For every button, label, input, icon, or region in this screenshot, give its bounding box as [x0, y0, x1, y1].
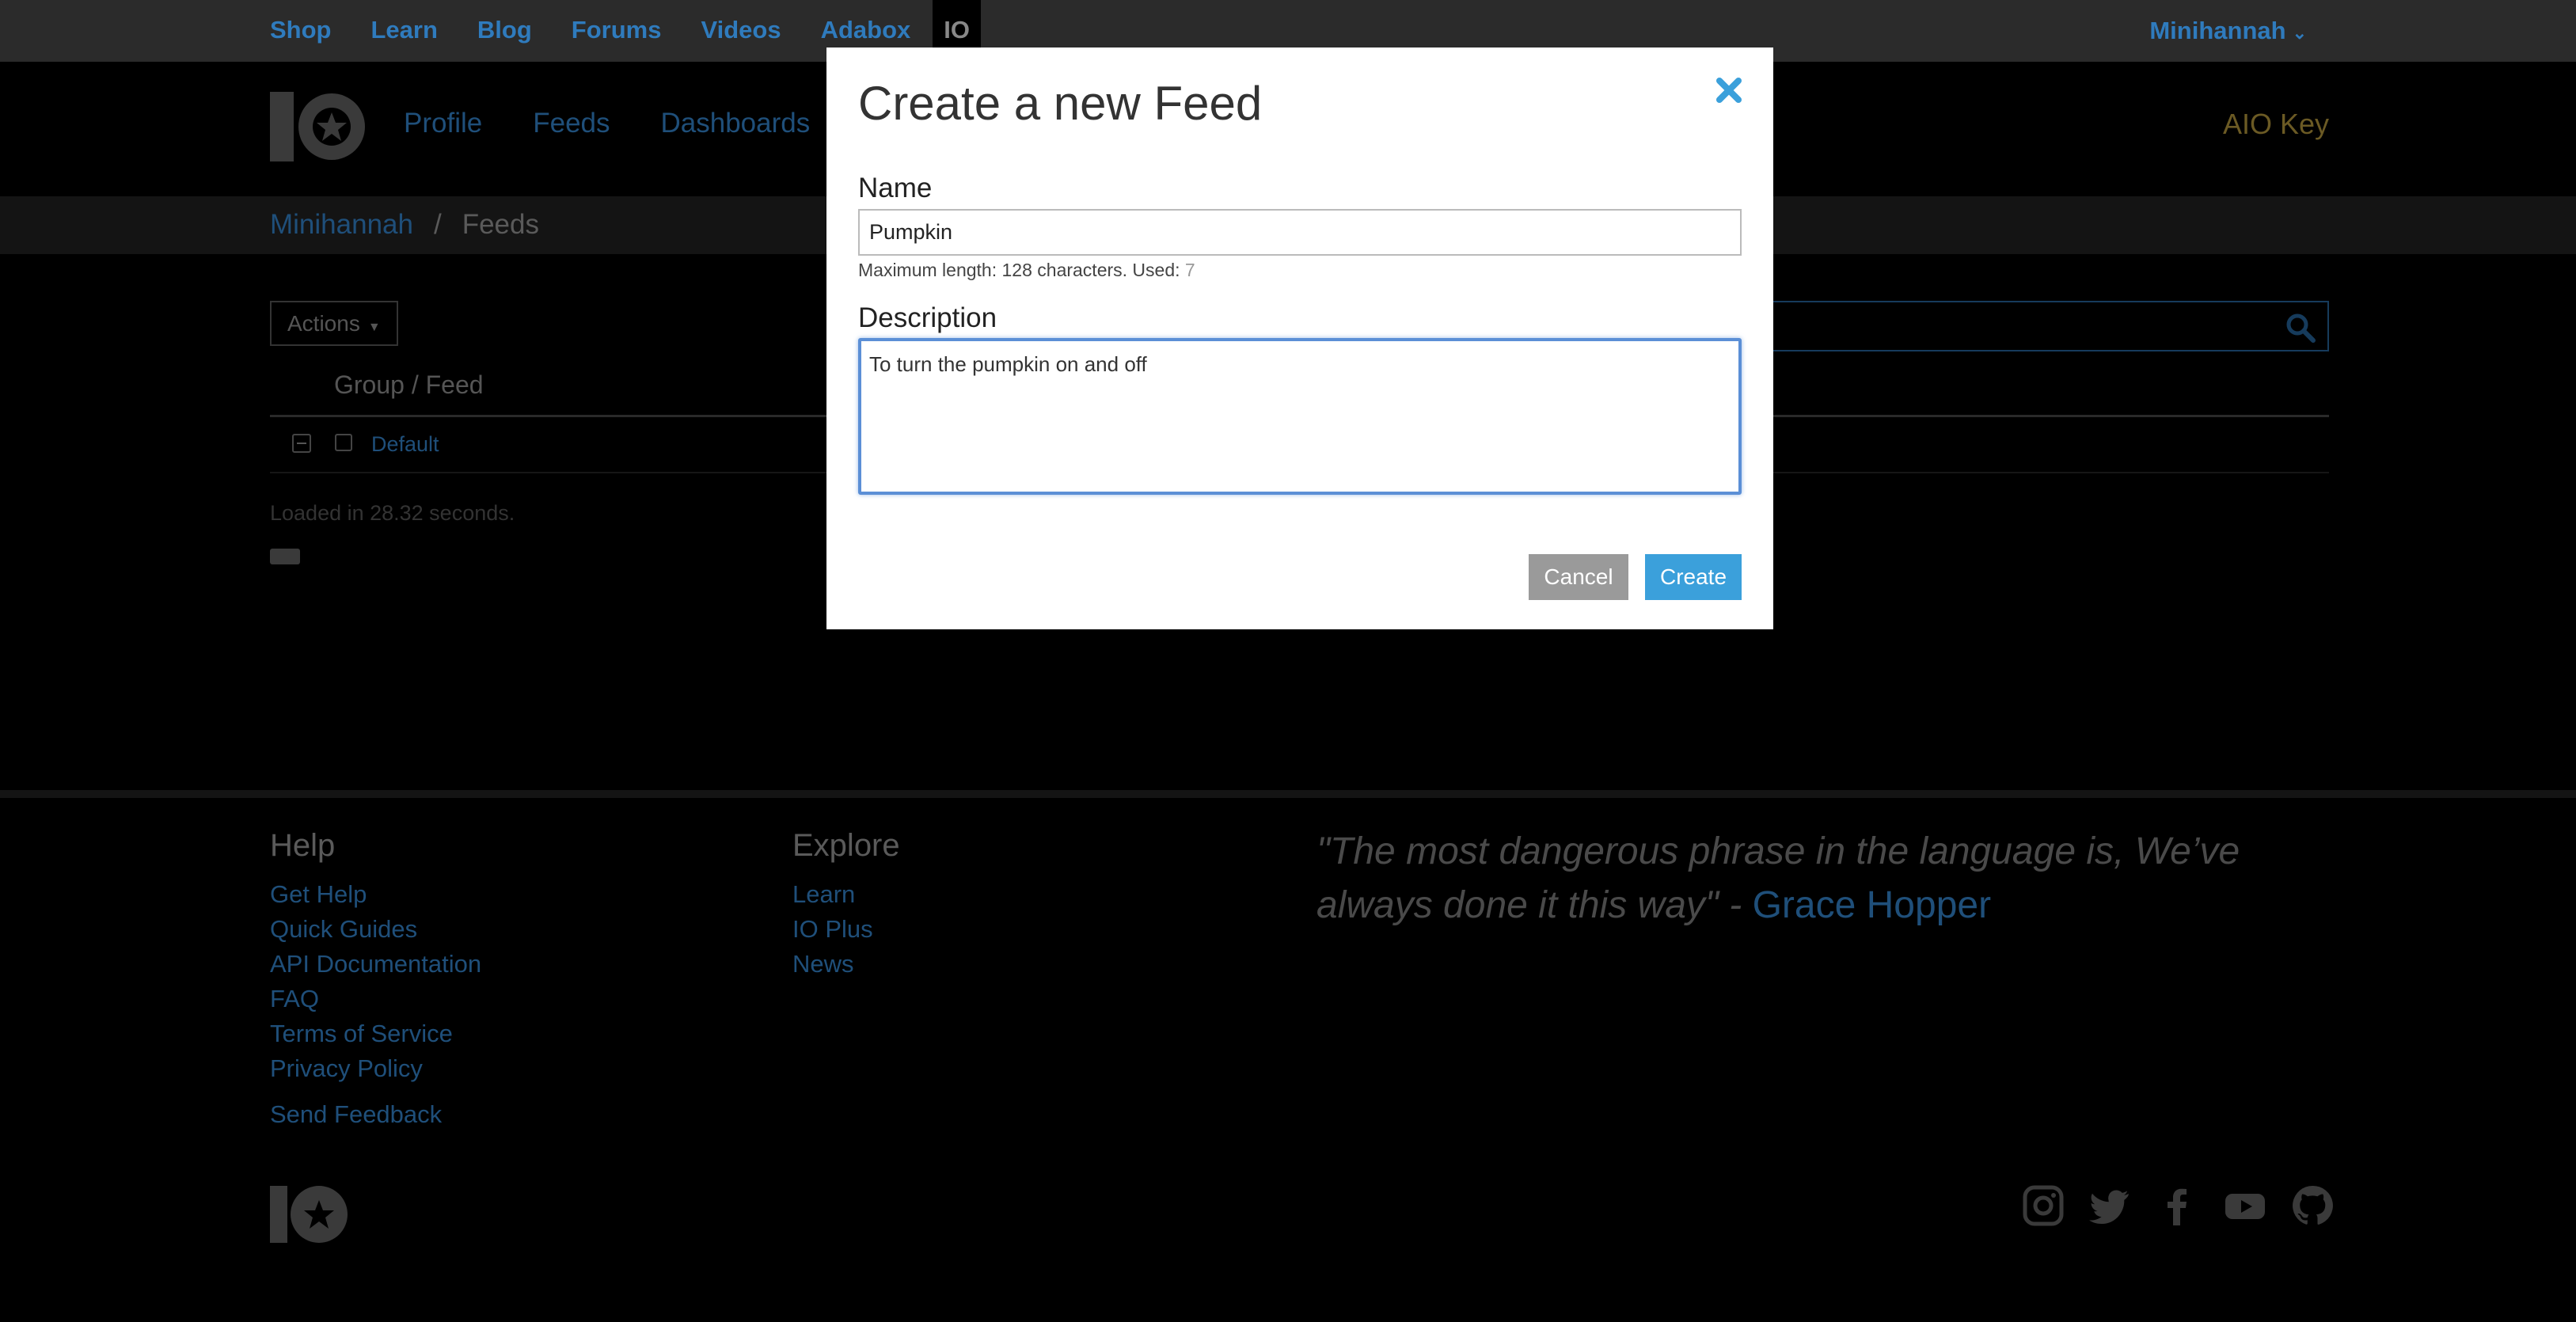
breadcrumb-separator: /: [433, 209, 442, 240]
breadcrumb-current: Feeds: [462, 209, 539, 240]
hint-text: Maximum length: 128 characters. Used:: [858, 260, 1185, 280]
group-default-link[interactable]: Default: [371, 432, 439, 457]
column-header-group-feed: Group / Feed: [334, 370, 484, 399]
load-time-text: Loaded in 28.32 seconds.: [270, 501, 515, 525]
footer-help-title: Help: [270, 828, 336, 863]
quote-author-link[interactable]: Grace Hopper: [1753, 884, 1991, 926]
feed-name-input[interactable]: [858, 209, 1742, 256]
send-feedback-link[interactable]: Send Feedback: [270, 1100, 442, 1129]
actions-dropdown[interactable]: Actions ▼: [270, 301, 398, 346]
name-label: Name: [858, 173, 933, 203]
hint-used-count: 7: [1184, 260, 1195, 280]
footer-link-news[interactable]: News: [792, 947, 873, 982]
footer-link-io-plus[interactable]: IO Plus: [792, 912, 873, 947]
footer-link-api-docs[interactable]: API Documentation: [270, 947, 481, 982]
footer-explore-title: Explore: [792, 828, 900, 863]
close-icon[interactable]: [1715, 76, 1743, 108]
footer-explore-links: Learn IO Plus News: [792, 877, 873, 982]
topnav-videos[interactable]: Videos: [701, 0, 781, 62]
group-checkbox[interactable]: [335, 434, 352, 451]
topnav-learn[interactable]: Learn: [371, 0, 438, 62]
create-feed-modal: Create a new Feed Name Maximum length: 1…: [826, 47, 1773, 629]
modal-title: Create a new Feed: [858, 77, 1263, 130]
chevron-down-icon: ⌄: [2292, 23, 2307, 43]
nav-profile[interactable]: Profile: [404, 108, 482, 139]
footer-divider: [0, 790, 2576, 798]
breadcrumb-user[interactable]: Minihannah: [270, 209, 413, 240]
create-button[interactable]: Create: [1645, 554, 1742, 600]
description-label: Description: [858, 302, 997, 333]
footer-link-quick-guides[interactable]: Quick Guides: [270, 912, 481, 947]
user-menu[interactable]: Minihannah ⌄: [2149, 0, 2307, 62]
collapse-group-icon[interactable]: [292, 434, 311, 453]
nav-dashboards[interactable]: Dashboards: [661, 108, 811, 139]
footer-link-get-help[interactable]: Get Help: [270, 877, 481, 912]
cancel-button[interactable]: Cancel: [1529, 554, 1628, 600]
name-length-hint: Maximum length: 128 characters. Used: 7: [858, 260, 1195, 281]
github-icon[interactable]: [2291, 1184, 2334, 1227]
user-name: Minihannah: [2149, 17, 2286, 44]
footer-io-logo[interactable]: [270, 1184, 348, 1248]
main-nav: Profile Feeds Dashboards: [404, 108, 861, 139]
aio-key-link[interactable]: AIO Key: [2223, 108, 2329, 141]
topnav-shop[interactable]: Shop: [270, 0, 332, 62]
feed-search-input[interactable]: [1710, 301, 2329, 351]
topnav-forums[interactable]: Forums: [572, 0, 662, 62]
io-logo[interactable]: [270, 89, 367, 169]
youtube-icon[interactable]: [2224, 1184, 2266, 1227]
footer-link-learn[interactable]: Learn: [792, 877, 873, 912]
search-icon[interactable]: [2285, 312, 2316, 348]
social-links: [1997, 1184, 2334, 1227]
status-pill: [270, 549, 300, 564]
footer-quote: "The most dangerous phrase in the langua…: [1316, 825, 2346, 933]
footer-link-terms[interactable]: Terms of Service: [270, 1016, 481, 1051]
caret-down-icon: ▼: [367, 321, 381, 334]
breadcrumb: Minihannah / Feeds: [270, 209, 539, 241]
footer-link-privacy[interactable]: Privacy Policy: [270, 1051, 481, 1086]
facebook-icon[interactable]: [2156, 1184, 2199, 1227]
feed-description-input[interactable]: To turn the pumpkin on and off: [858, 338, 1742, 495]
actions-label: Actions: [287, 311, 360, 336]
twitter-icon[interactable]: [2089, 1184, 2132, 1227]
footer-link-faq[interactable]: FAQ: [270, 982, 481, 1016]
topnav-blog[interactable]: Blog: [477, 0, 532, 62]
nav-feeds[interactable]: Feeds: [533, 108, 610, 139]
footer-help-links: Get Help Quick Guides API Documentation …: [270, 877, 481, 1086]
instagram-icon[interactable]: [2022, 1184, 2065, 1227]
